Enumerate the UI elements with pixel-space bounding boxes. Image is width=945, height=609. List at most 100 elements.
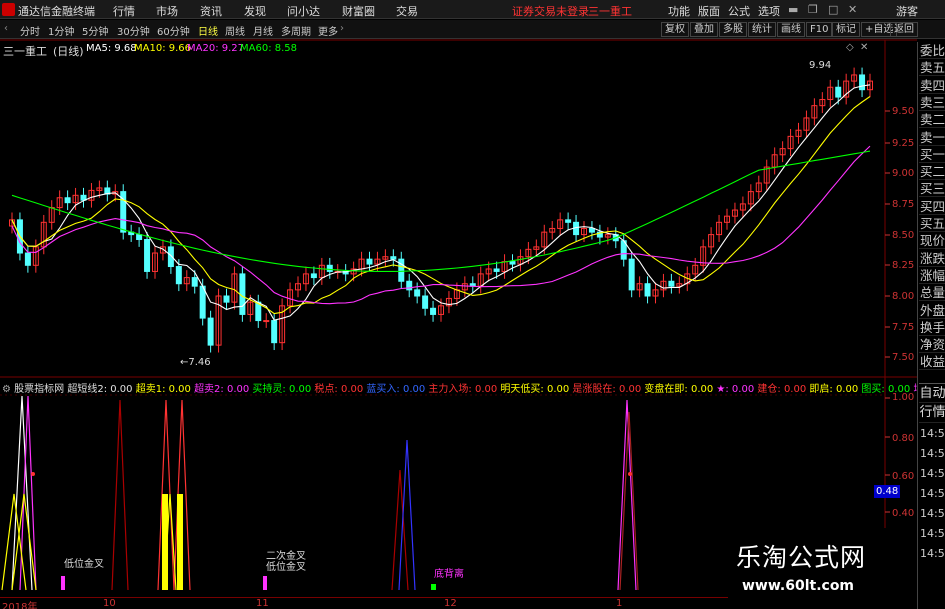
sidebar-tab-auto[interactable]: 自动 bbox=[919, 383, 945, 403]
candle-body bbox=[509, 261, 516, 265]
price-tick: 9.50 bbox=[892, 106, 915, 117]
sidebar-time: 14:5 bbox=[920, 467, 945, 480]
indicator-item: 是涨股在: 0.00 bbox=[572, 384, 645, 394]
low-price-label: ←7.46 bbox=[180, 357, 211, 368]
indicator-item: 明天低买: 0.00 bbox=[500, 384, 573, 394]
sidebar-tab[interactable]: 卖二 bbox=[919, 111, 945, 129]
sidebar-tab[interactable]: 收益 bbox=[919, 353, 945, 371]
sidebar-tab[interactable]: 买五 bbox=[919, 215, 945, 232]
candle-body bbox=[565, 219, 572, 223]
candle-body bbox=[64, 197, 71, 204]
indicator-tick: 0.80 bbox=[892, 433, 915, 444]
indicator-tick: 1.00 bbox=[892, 392, 915, 403]
low-price-value: 7.46 bbox=[188, 357, 211, 368]
price-tick: 7.50 bbox=[892, 352, 915, 363]
price-tick: 8.75 bbox=[892, 199, 915, 210]
indicator-item: 主力入场: 0.00 bbox=[428, 384, 501, 394]
sidebar-tab[interactable]: 买四 bbox=[919, 198, 945, 215]
sidebar-tab[interactable]: 现价 bbox=[919, 232, 945, 250]
candle-body bbox=[390, 256, 397, 260]
watermark: 乐淘公式网 www.60lt.com bbox=[728, 528, 917, 609]
ma10-value: MA10: 9.66 bbox=[134, 43, 192, 54]
candle-body bbox=[628, 258, 635, 291]
candle-body bbox=[24, 252, 31, 266]
sidebar-tab[interactable]: 涨幅 bbox=[919, 267, 945, 284]
sidebar-tab[interactable]: 总量 bbox=[919, 284, 945, 302]
indicator-spike bbox=[111, 399, 129, 591]
indicator-item: 即启: 0.00 bbox=[809, 384, 862, 394]
indicator-values: 超短线2: 0.00 超卖1: 0.00 超卖2: 0.00 买持灵: 0.00… bbox=[67, 384, 917, 394]
diamond-icon[interactable]: ◇ bbox=[846, 42, 854, 53]
candle-body bbox=[326, 264, 333, 272]
watermark-name: 乐淘公式网 bbox=[736, 543, 867, 572]
indicator-dot bbox=[31, 472, 35, 476]
indicator-bar bbox=[263, 576, 267, 590]
sidebar-tab[interactable]: 买一 bbox=[919, 146, 945, 163]
sidebar-tab[interactable]: 委比 bbox=[919, 42, 945, 59]
indicator-item: 蓝买入: 0.00 bbox=[366, 384, 429, 394]
indicator-settings-icon[interactable]: ⚙ bbox=[2, 384, 11, 394]
sidebar-tab[interactable]: 外盘 bbox=[919, 302, 945, 319]
date-tick: 10 bbox=[103, 598, 116, 609]
candle-body bbox=[859, 74, 866, 91]
price-tick: 8.50 bbox=[892, 230, 915, 241]
price-tick: 9.25 bbox=[892, 138, 915, 149]
indicator-name[interactable]: 股票指标网 bbox=[14, 384, 64, 394]
price-tick: 8.25 bbox=[892, 260, 915, 271]
indicator-bar bbox=[162, 494, 168, 590]
close-pane-icon[interactable]: ✕ bbox=[860, 42, 868, 53]
quote-sidebar: 委比 卖五 卖四 卖三 卖二 卖一 买一 买二 买三 买四 买五 现价 涨跌 涨幅 总量 外盘 换手 净资 收益 自… bbox=[917, 42, 945, 609]
candle-body bbox=[191, 277, 198, 287]
indicator-item: 超卖1: 0.00 bbox=[135, 384, 195, 394]
sidebar-tab[interactable]: 涨跌 bbox=[919, 250, 945, 267]
sidebar-time: 14:5 bbox=[920, 547, 945, 560]
candle-body bbox=[136, 234, 143, 241]
candle-body bbox=[422, 295, 429, 309]
sidebar-tab[interactable]: 卖五 bbox=[919, 59, 945, 77]
candle-body bbox=[644, 283, 651, 297]
ma20-value: MA20: 9.27 bbox=[187, 43, 245, 54]
indicator-bar bbox=[177, 494, 183, 590]
kline-chart[interactable] bbox=[0, 0, 917, 609]
price-tick: 7.75 bbox=[892, 322, 915, 333]
indicator-tick: 0.40 bbox=[892, 508, 915, 519]
indicator-item: 建仓: 0.00 bbox=[757, 384, 810, 394]
ma60-value: MA60: 8.58 bbox=[240, 43, 298, 54]
sidebar-tab[interactable]: 换手 bbox=[919, 319, 945, 336]
indicator-tick: 0.60 bbox=[892, 471, 915, 482]
candle-body bbox=[588, 227, 595, 233]
candle-body bbox=[835, 86, 842, 98]
stock-name: 三一重工 bbox=[3, 45, 47, 58]
sidebar-tab[interactable]: 卖三 bbox=[919, 94, 945, 111]
indicator-bar bbox=[61, 576, 65, 590]
candle-body bbox=[239, 273, 246, 315]
date-tick: 12 bbox=[444, 598, 457, 609]
ma20-line bbox=[11, 145, 871, 305]
ma10-line bbox=[11, 96, 871, 315]
period-label: (日线) bbox=[53, 45, 84, 58]
ma5-value: MA5: 9.68 bbox=[86, 43, 137, 54]
sidebar-tab[interactable]: 买二 bbox=[919, 163, 945, 181]
candle-body bbox=[310, 273, 317, 279]
app-window: 通达信金融终端 行情 市场 资讯 发现 问小达 财富圈 交易 证券交易未登录 三… bbox=[0, 0, 945, 609]
sidebar-tab[interactable]: 净资 bbox=[919, 336, 945, 354]
high-price-label: 9.94 bbox=[809, 60, 832, 71]
date-tick: 11 bbox=[256, 598, 269, 609]
indicator-dot bbox=[628, 472, 632, 476]
sidebar-tab-quote[interactable]: 行情 bbox=[919, 403, 945, 423]
sidebar-tab[interactable]: 买三 bbox=[919, 180, 945, 198]
indicator-item: ★: 0.00 bbox=[716, 384, 758, 394]
sidebar-time: 14:5 bbox=[920, 527, 945, 540]
candle-body bbox=[414, 289, 421, 297]
signal-label: 底背离 bbox=[434, 569, 464, 580]
candle-body bbox=[175, 266, 182, 285]
price-tick: 8.00 bbox=[892, 291, 915, 302]
sidebar-time: 14:5 bbox=[920, 507, 945, 520]
sidebar-time: 14:5 bbox=[920, 487, 945, 500]
indicator-item: 税点: 0.00 bbox=[314, 384, 367, 394]
sidebar-tab[interactable]: 卖一 bbox=[919, 129, 945, 146]
sidebar-tab[interactable]: 卖四 bbox=[919, 77, 945, 94]
sidebar-time: 14:5 bbox=[920, 427, 945, 440]
ma60-line bbox=[11, 150, 871, 272]
candle-body bbox=[430, 307, 437, 315]
